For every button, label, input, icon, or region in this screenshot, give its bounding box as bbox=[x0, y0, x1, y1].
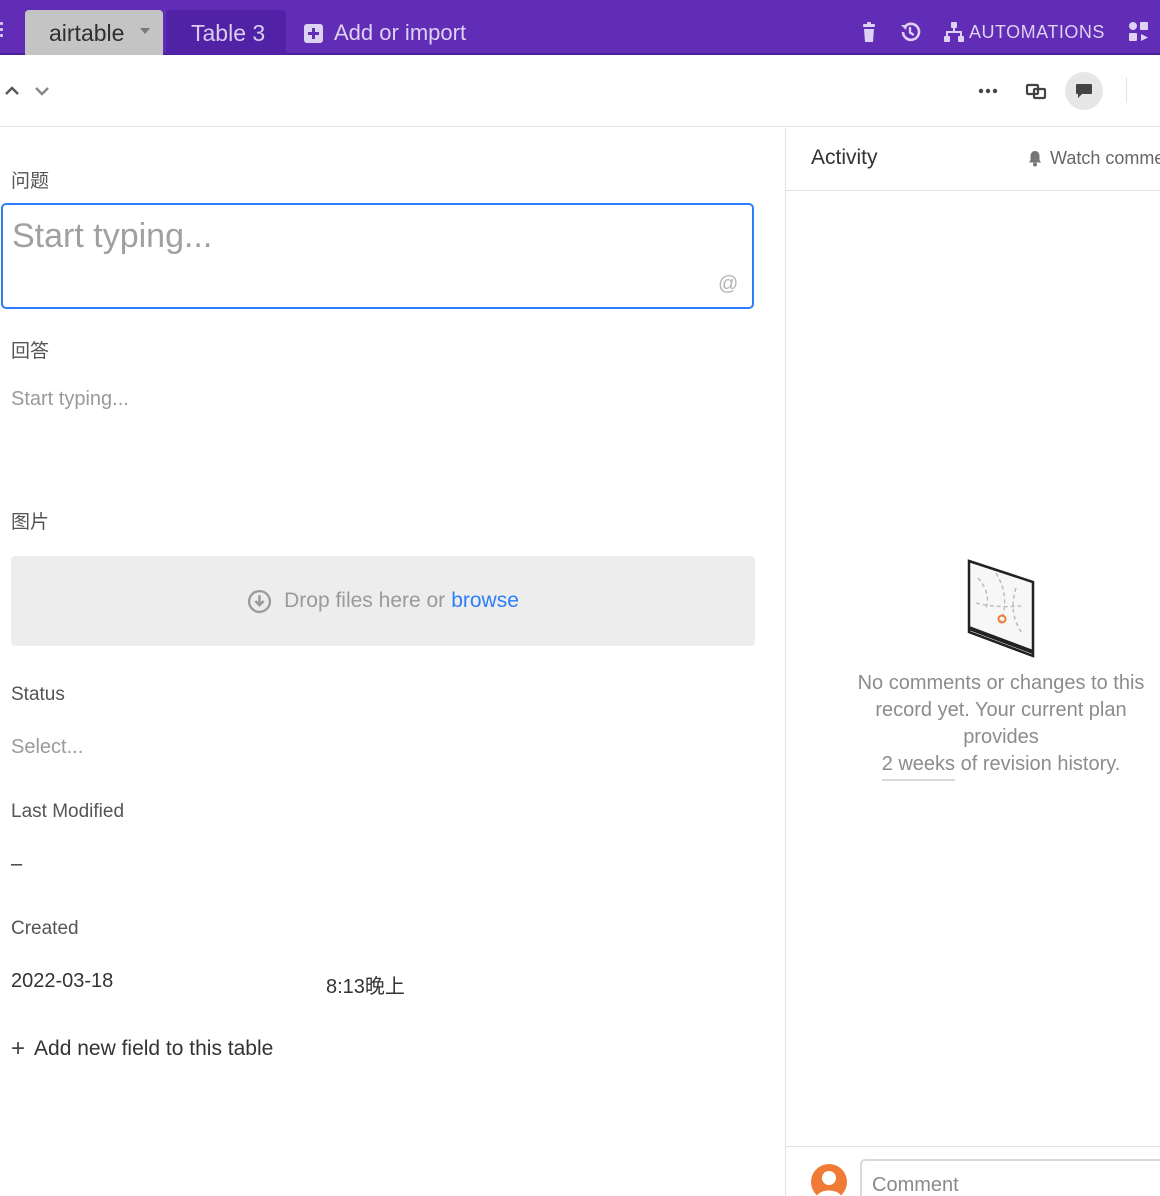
base-name-label: airtable bbox=[49, 20, 125, 46]
record-form: 问题 Start typing... @ 回答 Start typing... … bbox=[0, 128, 786, 1196]
field-label-last-modified: Last Modified bbox=[11, 801, 125, 822]
browse-link[interactable]: browse bbox=[451, 589, 519, 613]
answer-input[interactable]: Start typing... bbox=[11, 388, 129, 411]
add-or-import-button[interactable]: Add or import bbox=[304, 20, 466, 46]
empty-history-illustration bbox=[967, 559, 1035, 658]
field-label-answer: 回答 bbox=[11, 341, 50, 362]
field-label-question: 问题 bbox=[11, 171, 50, 192]
field-label-created: Created bbox=[11, 918, 79, 939]
trash-icon[interactable] bbox=[857, 20, 881, 44]
add-or-import-label: Add or import bbox=[334, 20, 467, 45]
comment-icon bbox=[1076, 84, 1092, 98]
last-modified-value: – bbox=[11, 853, 23, 875]
chevron-up-icon[interactable] bbox=[3, 82, 21, 100]
activity-header: Activity Watch comme bbox=[786, 128, 1160, 191]
dropdown-caret-icon[interactable] bbox=[140, 28, 150, 34]
more-icon[interactable] bbox=[976, 79, 1000, 103]
field-label-image: 图片 bbox=[11, 512, 50, 533]
status-select[interactable]: Select... bbox=[11, 736, 83, 759]
mention-icon[interactable]: @ bbox=[718, 273, 738, 296]
comment-placeholder: Comment bbox=[872, 1174, 959, 1196]
expand-record-icon[interactable] bbox=[1024, 79, 1048, 103]
activity-title: Activity bbox=[811, 146, 878, 169]
download-icon bbox=[248, 589, 272, 613]
record-header bbox=[0, 55, 1160, 127]
empty-activity-message: No comments or changes to this record ye… bbox=[836, 670, 1160, 781]
apps-icon[interactable] bbox=[1127, 20, 1151, 44]
dropzone-text: Drop files here or bbox=[284, 589, 446, 612]
empty-message-suffix: of revision history. bbox=[955, 753, 1121, 775]
revision-history-link[interactable]: 2 weeks bbox=[881, 753, 956, 781]
plus-icon: + bbox=[11, 1035, 26, 1062]
chevron-down-icon[interactable] bbox=[33, 82, 51, 100]
grip-icon[interactable] bbox=[0, 22, 6, 42]
attachment-dropzone[interactable]: Drop files here or browse bbox=[11, 556, 755, 646]
comment-composer: Comment bbox=[786, 1146, 1160, 1196]
add-field-label: Add new field to this table bbox=[34, 1037, 274, 1060]
activity-panel: Activity Watch comme No comments or chan… bbox=[785, 128, 1160, 1196]
base-name-tab[interactable]: airtable bbox=[25, 10, 163, 55]
app-topbar: airtable Table 3 Add or import AUTOMATIO… bbox=[0, 0, 1160, 55]
history-icon[interactable] bbox=[898, 20, 922, 44]
add-field-button[interactable]: + Add new field to this table bbox=[11, 1035, 273, 1063]
bell-icon bbox=[1029, 151, 1041, 167]
automations-icon bbox=[944, 22, 964, 42]
add-box-icon bbox=[304, 23, 323, 43]
created-time-value: 8:13晚上 bbox=[326, 976, 405, 998]
automations-label: AUTOMATIONS bbox=[969, 21, 1105, 42]
field-label-status: Status bbox=[11, 684, 65, 705]
comments-toggle-button[interactable] bbox=[1065, 72, 1103, 110]
header-divider bbox=[1126, 77, 1127, 103]
created-date-value: 2022-03-18 bbox=[11, 970, 114, 992]
comment-input[interactable]: Comment bbox=[860, 1159, 1160, 1196]
tab-table-3[interactable]: Table 3 bbox=[166, 10, 286, 55]
empty-message-text: No comments or changes to this record ye… bbox=[857, 672, 1145, 748]
watch-label: Watch comme bbox=[1050, 148, 1160, 168]
watch-comments-button[interactable]: Watch comme bbox=[1028, 148, 1160, 169]
avatar-icon bbox=[811, 1164, 847, 1196]
automations-button[interactable]: AUTOMATIONS bbox=[942, 20, 1105, 44]
tab-label: Table 3 bbox=[191, 20, 266, 46]
question-placeholder: Start typing... bbox=[12, 217, 213, 255]
question-input[interactable]: Start typing... @ bbox=[1, 203, 754, 309]
